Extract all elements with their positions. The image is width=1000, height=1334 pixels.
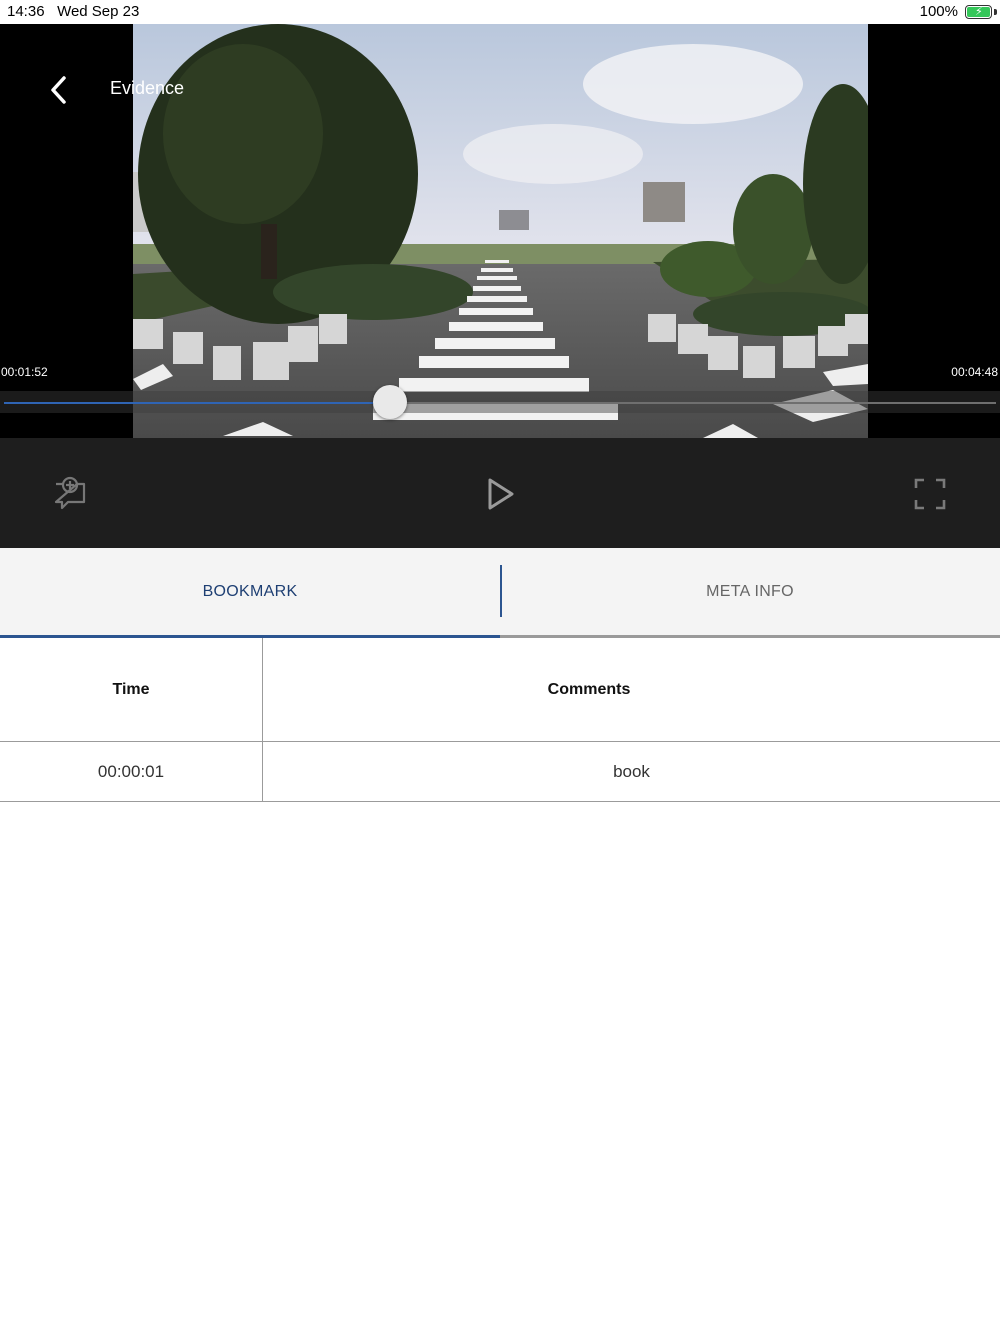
seek-bar-thumb[interactable] xyxy=(372,385,407,419)
total-time: 00:04:48 xyxy=(951,365,998,379)
fullscreen-icon xyxy=(914,478,946,510)
row-time: 00:00:01 xyxy=(97,761,165,781)
status-time: 14:36 Wed Sep 23 xyxy=(7,3,140,20)
add-bookmark-button[interactable] xyxy=(50,476,90,512)
header-comments: Comments xyxy=(547,680,631,698)
header-time-cell: Time xyxy=(0,638,263,741)
row-time-cell[interactable]: 00:00:01 xyxy=(0,742,263,801)
status-bar: 14:36 Wed Sep 23 100% ⚡ xyxy=(0,0,1000,24)
page-title: Evidence xyxy=(110,78,185,98)
chevron-left-icon xyxy=(51,76,66,104)
battery-percent: 100% xyxy=(919,3,958,20)
play-button[interactable] xyxy=(482,474,518,514)
tab-bar: BOOKMARK META INFO xyxy=(0,548,1000,638)
play-icon xyxy=(488,478,514,510)
row-comment-cell[interactable]: book xyxy=(263,742,1000,801)
current-time: 00:01:52 xyxy=(1,365,48,379)
tab-meta-info[interactable]: META INFO xyxy=(500,548,1000,638)
back-button[interactable] xyxy=(40,68,76,110)
battery-icon: ⚡ xyxy=(965,5,992,19)
seek-bar-progress xyxy=(4,402,390,404)
tab-bookmark[interactable]: BOOKMARK xyxy=(0,548,500,638)
fullscreen-button[interactable] xyxy=(910,474,950,514)
tab-divider xyxy=(500,565,502,617)
table-header-row: Time Comments xyxy=(0,638,1000,742)
player-controls xyxy=(0,438,1000,548)
video-player[interactable]: Evidence 00:01:52 00:04:48 xyxy=(0,24,1000,438)
bookmark-table: Time Comments 00:00:01 book xyxy=(0,638,1000,802)
table-row[interactable]: 00:00:01 book xyxy=(0,742,1000,802)
video-frame[interactable] xyxy=(133,24,868,438)
header-comments-cell: Comments xyxy=(263,638,1000,741)
row-comment: book xyxy=(613,761,650,781)
seek-bar[interactable] xyxy=(4,402,996,404)
header-time: Time xyxy=(112,680,150,698)
battery-nub xyxy=(994,9,997,15)
add-comment-icon xyxy=(54,476,86,510)
